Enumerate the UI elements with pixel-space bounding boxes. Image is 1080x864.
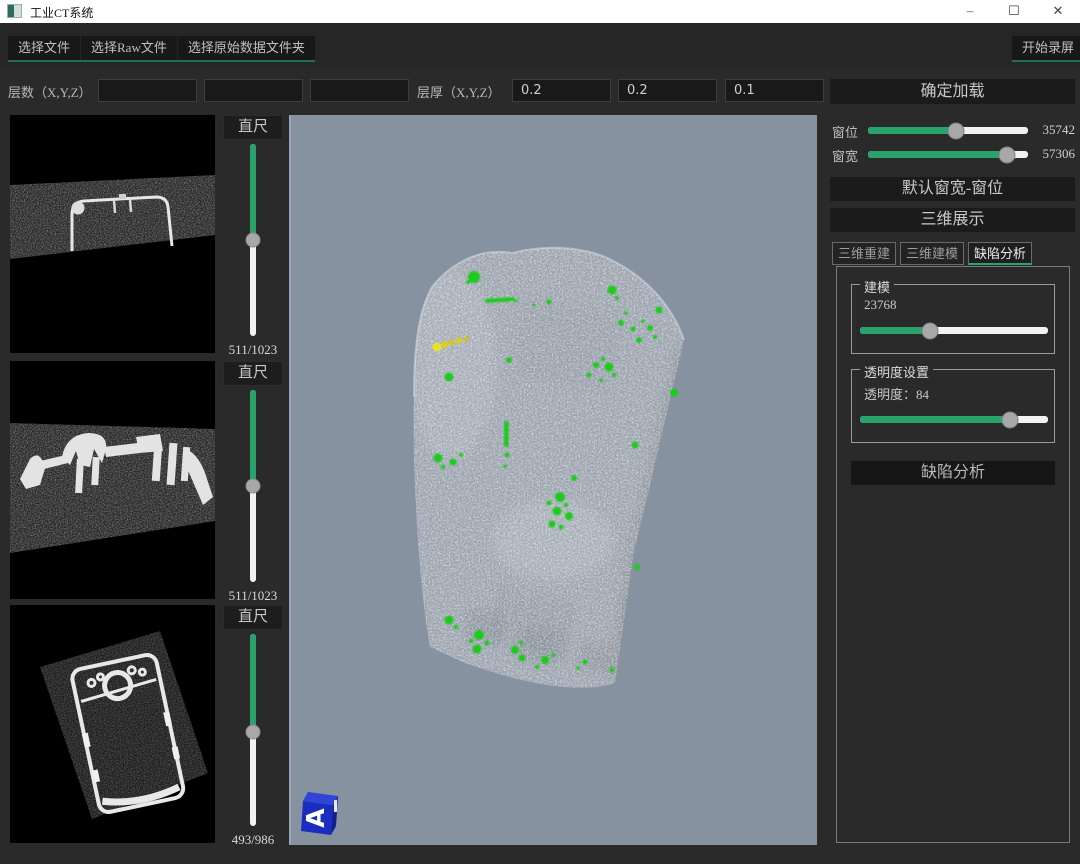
select-raw-file-button[interactable]: 选择Raw文件 (80, 36, 177, 60)
slice-position-value: 511/1023 (210, 342, 296, 358)
defect-analysis-button[interactable]: 缺陷分析 (851, 461, 1055, 485)
opacity-group: 透明度设置 透明度：84 (851, 369, 1055, 443)
modeling-group: 建模 23768 (851, 284, 1055, 354)
ruler-button[interactable]: 直尺 (223, 115, 283, 140)
slice-slider-column: 直尺 (218, 605, 288, 826)
svg-text:A: A (301, 808, 330, 828)
slice-position-value: 493/986 (210, 832, 296, 848)
slice-position-slider[interactable] (218, 144, 288, 336)
slice-panel-bottom: 直尺 493/986 (10, 605, 288, 845)
3d-viewport[interactable]: A (289, 115, 815, 845)
slice-slider-column: 直尺 (218, 361, 288, 582)
slider-thumb[interactable] (1002, 411, 1019, 428)
tab-3d-modeling[interactable]: 三维建模 (900, 242, 964, 265)
slider-thumb[interactable] (921, 322, 938, 339)
right-control-panel: 窗位 35742 窗宽 57306 默认窗宽-窗位 三维展示 三维重建 三维建模… (830, 110, 1075, 864)
window-title: 工业CT系统 (30, 4, 93, 21)
3d-display-button[interactable]: 三维展示 (830, 208, 1075, 232)
opacity-value-label: 透明度：84 (864, 384, 929, 403)
window-level-value: 35742 (1043, 122, 1076, 138)
slice-position-value: 511/1023 (210, 588, 296, 604)
layers-y-input[interactable] (204, 79, 303, 102)
ruler-button[interactable]: 直尺 (223, 361, 283, 386)
orientation-cube-logo: A (301, 792, 338, 835)
thickness-label: 层厚（X,Y,Z） (417, 82, 501, 101)
start-recording-button[interactable]: 开始录屏 (1012, 36, 1080, 62)
slider-thumb[interactable] (246, 724, 261, 739)
window-level-row: 窗位 35742 (830, 121, 1075, 139)
ct-slice-image-side (10, 361, 215, 599)
slider-thumb[interactable] (948, 122, 965, 139)
slice-slider-column: 直尺 (218, 115, 288, 336)
tab-defect-analysis[interactable]: 缺陷分析 (968, 242, 1032, 265)
layers-x-input[interactable] (98, 79, 197, 102)
layers-z-input[interactable] (310, 79, 409, 102)
analysis-tabs: 三维重建 三维建模 缺陷分析 (832, 242, 1032, 265)
thickness-y-input[interactable] (618, 79, 717, 102)
default-window-button[interactable]: 默认窗宽-窗位 (830, 177, 1075, 201)
defect-analysis-tab-content: 建模 23768 透明度设置 透明度：84 缺陷分析 (836, 266, 1070, 843)
confirm-load-button[interactable]: 确定加载 (830, 79, 1075, 104)
parameters-bar: 层数（X,Y,Z） 层厚（X,Y,Z） 确定加载 (0, 68, 1080, 110)
modeling-group-title: 建模 (860, 277, 894, 296)
thickness-x-input[interactable] (512, 79, 611, 102)
window-width-slider[interactable] (868, 151, 1028, 158)
window-level-slider[interactable] (868, 127, 1028, 134)
maximize-button[interactable]: ☐ (992, 0, 1036, 23)
slice-panel-top: 直尺 511/1023 (10, 115, 288, 355)
ruler-button[interactable]: 直尺 (223, 605, 283, 630)
close-button[interactable]: ✕ (1036, 0, 1080, 23)
window-level-label: 窗位 (832, 122, 858, 141)
select-file-button[interactable]: 选择文件 (8, 36, 80, 60)
title-bar: 工业CT系统 – ☐ ✕ (0, 0, 1080, 23)
select-raw-data-folder-button[interactable]: 选择原始数据文件夹 (177, 36, 315, 60)
slider-thumb[interactable] (999, 146, 1016, 163)
3d-reconstruction-view: A (291, 115, 817, 845)
app-icon (7, 4, 22, 18)
slice-position-slider[interactable] (218, 390, 288, 582)
slice-panel-middle: 直尺 511/1023 (10, 361, 288, 601)
opacity-slider[interactable] (860, 416, 1048, 423)
minimize-button[interactable]: – (948, 0, 992, 23)
ct-slice-image-plan (10, 605, 215, 843)
ct-slice-image-front (10, 115, 215, 353)
modeling-value: 23768 (864, 297, 897, 313)
layers-label: 层数（X,Y,Z） (8, 82, 92, 101)
tab-3d-reconstruction[interactable]: 三维重建 (832, 242, 896, 265)
thickness-z-input[interactable] (725, 79, 824, 102)
file-buttons-group: 选择文件 选择Raw文件 选择原始数据文件夹 (8, 36, 315, 62)
slider-thumb[interactable] (246, 479, 261, 494)
modeling-slider[interactable] (860, 327, 1048, 334)
window-width-label: 窗宽 (832, 146, 858, 165)
toolbar: 选择文件 选择Raw文件 选择原始数据文件夹 开始录屏 (0, 23, 1080, 68)
slider-thumb[interactable] (246, 233, 261, 248)
slice-position-slider[interactable] (218, 634, 288, 826)
window-width-row: 窗宽 57306 (830, 145, 1075, 163)
opacity-group-title: 透明度设置 (860, 362, 933, 381)
window-width-value: 57306 (1043, 146, 1076, 162)
